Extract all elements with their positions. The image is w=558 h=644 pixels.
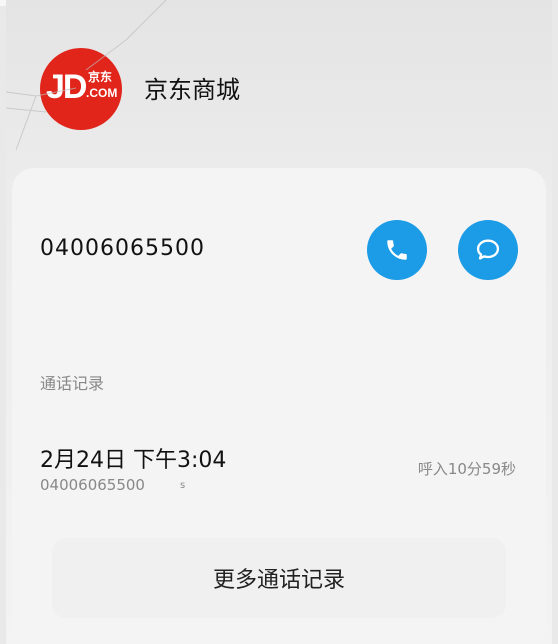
contact-detail-screen: JD 京东 .COM 京东商城 04006065500 通话记录 2月24日 下… [6,0,552,644]
call-button[interactable] [367,220,427,280]
logo-cn-text: 京东 [88,70,113,84]
call-history-label: 通话记录 [40,374,105,393]
phone-icon [387,240,407,260]
contact-header: JD 京东 .COM 京东商城 [6,0,552,175]
contact-card: 04006065500 通话记录 2月24日 下午3:04 0400606550… [12,168,546,644]
more-call-records-button[interactable]: 更多通话记录 [52,538,506,618]
logo-com-text: .COM [86,86,118,100]
record-datetime: 2月24日 下午3:04 [40,448,227,473]
phone-number[interactable]: 04006065500 [40,236,205,261]
record-number: 04006065500 [40,476,145,494]
record-duration: 呼入10分59秒 [417,460,516,478]
more-call-records-label: 更多通话记录 [212,568,345,593]
sim-indicator: s [180,480,186,491]
jd-logo-avatar: JD 京东 .COM [40,48,122,130]
contact-name: 京东商城 [144,76,240,104]
message-icon [476,239,500,260]
message-button[interactable] [458,220,518,280]
logo-text: JD [46,68,87,106]
